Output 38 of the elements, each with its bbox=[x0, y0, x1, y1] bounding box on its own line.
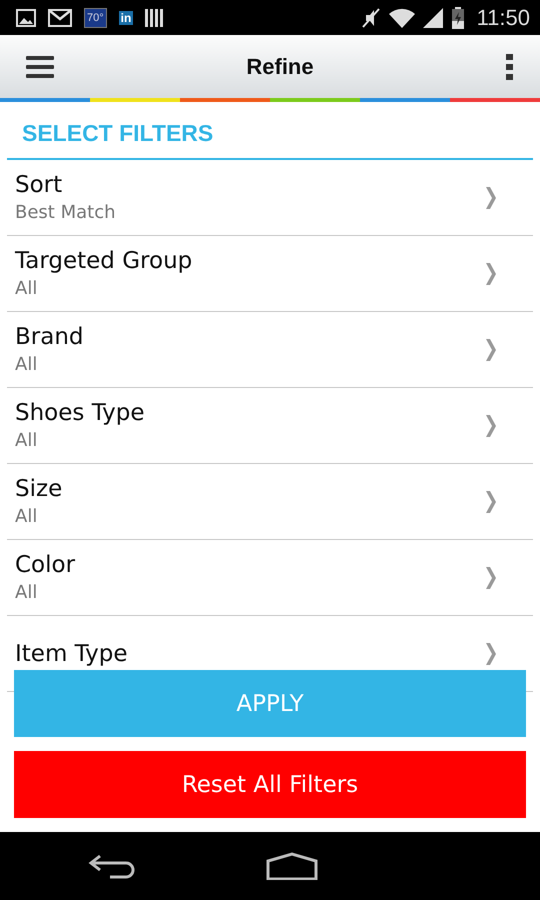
barcode-icon bbox=[145, 8, 164, 28]
back-icon[interactable] bbox=[88, 853, 136, 879]
filter-value: Best Match bbox=[15, 202, 116, 223]
reset-button[interactable]: Reset All Filters bbox=[14, 751, 526, 818]
wifi-icon bbox=[388, 8, 415, 28]
filter-label: Sort bbox=[15, 172, 64, 198]
chevron-right-icon bbox=[485, 186, 497, 210]
filter-label: Brand bbox=[15, 324, 84, 350]
weather-badge: 70° bbox=[84, 8, 107, 28]
chevron-right-icon bbox=[485, 338, 497, 362]
filter-value: All bbox=[15, 506, 38, 527]
picture-icon bbox=[16, 8, 36, 26]
signal-icon bbox=[422, 8, 443, 28]
more-options-icon[interactable] bbox=[506, 54, 514, 80]
filter-value: All bbox=[15, 582, 38, 603]
mail-icon bbox=[48, 8, 72, 26]
filter-label: Item Type bbox=[15, 640, 128, 666]
linkedin-badge: in bbox=[118, 10, 134, 24]
filter-value: All bbox=[15, 278, 38, 299]
filter-label: Targeted Group bbox=[15, 248, 192, 274]
filter-label: Color bbox=[15, 552, 76, 578]
mute-icon bbox=[360, 6, 381, 28]
home-icon[interactable] bbox=[266, 852, 318, 880]
chevron-right-icon bbox=[485, 262, 497, 286]
apply-button[interactable]: APPLY bbox=[14, 670, 526, 737]
filter-label: Shoes Type bbox=[15, 400, 145, 426]
battery-icon bbox=[450, 6, 465, 28]
filter-label: Size bbox=[15, 476, 62, 502]
section-heading: SELECT FILTERS bbox=[7, 102, 533, 160]
menu-icon[interactable] bbox=[26, 54, 54, 78]
filter-value: All bbox=[15, 430, 38, 451]
clock-time: 11:50 bbox=[476, 4, 530, 30]
chevron-right-icon bbox=[485, 490, 497, 514]
chevron-right-icon bbox=[485, 566, 497, 590]
filter-value: All bbox=[15, 354, 38, 375]
screen-title: Refine bbox=[246, 54, 314, 80]
chevron-right-icon bbox=[485, 642, 497, 666]
chevron-right-icon bbox=[485, 414, 497, 438]
